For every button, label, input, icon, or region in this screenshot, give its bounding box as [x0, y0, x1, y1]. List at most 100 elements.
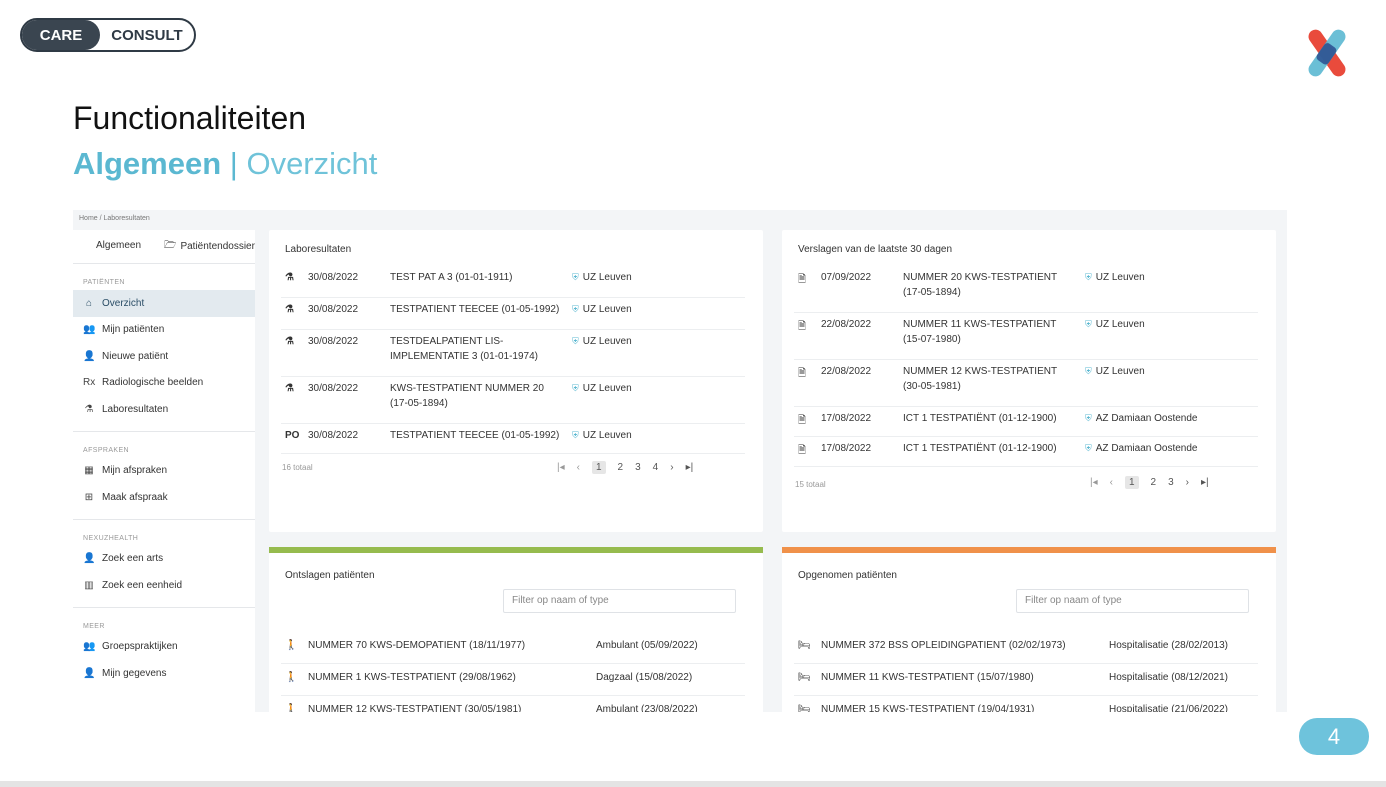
- patient-status: Hospitalisatie (21/06/2022): [1109, 704, 1228, 712]
- report-patient: ICT 1 TESTPATIËNT (01-12-1900): [903, 443, 1057, 454]
- discharged-filter-input[interactable]: Filter op naam of type: [503, 589, 736, 613]
- tab-label: Algemeen: [95, 240, 142, 251]
- report-date: 17/08/2022: [821, 413, 872, 424]
- lab-row[interactable]: ⚗ 30/08/2022 TESTPATIENT TEECEE (01-05-199…: [281, 298, 745, 330]
- report-date: 07/09/2022: [821, 272, 872, 283]
- sidebar-item-mijn-afspraken[interactable]: ▦ Mijn afspraken: [73, 458, 255, 485]
- admitted-panel: Opgenomen patiënten Filter op naam of ty…: [782, 553, 1276, 712]
- sidebar-item-label: Zoek een arts: [102, 553, 164, 565]
- care-consult-logo: CARE CONSULT: [20, 18, 196, 52]
- location-text: AZ Damiaan Oostende: [1095, 443, 1198, 454]
- building-icon: ▥: [84, 579, 94, 591]
- patient-row[interactable]: 🚶 NUMMER 12 KWS-TESTPATIENT (30/05/1981) A…: [281, 696, 745, 712]
- group-icon: 👥: [83, 641, 96, 653]
- sidebar-item-radiologische-beelden[interactable]: Rx Radiologische beelden: [73, 370, 255, 397]
- report-row[interactable]: 🗎 22/08/2022 NUMMER 11 KWS-TESTPATIENT (15…: [794, 313, 1258, 360]
- report-date: 17/08/2022: [821, 443, 872, 454]
- first-page-icon[interactable]: |◂: [557, 462, 565, 473]
- location-text: UZ Leuven: [1095, 272, 1145, 283]
- tab-patientendossier[interactable]: 🗁 Patiëntendossier: [164, 230, 255, 263]
- sidebar-item-maak-afspraak[interactable]: ⊞ Maak afspraak: [73, 484, 255, 511]
- page-number-button[interactable]: 2: [618, 462, 624, 473]
- sidebar-item-zoek-een-eenheid[interactable]: ▥ Zoek een eenheid: [73, 572, 255, 599]
- sidebar-item-zoek-een-arts[interactable]: 👤 Zoek een arts: [73, 546, 255, 573]
- sidebar-item-overzicht[interactable]: ⌂ Overzicht: [73, 290, 255, 317]
- report-location: ⛨ AZ Damiaan Oostende: [1085, 443, 1197, 454]
- tab-label: Patiëntendossier: [180, 241, 255, 252]
- report-row[interactable]: 🗎 17/08/2022 ICT 1 TESTPATIËNT (01-12-1900…: [794, 407, 1258, 437]
- breadcrumb[interactable]: Home / Laboresultaten: [79, 215, 150, 222]
- sidebar-item-nieuwe-pati-nt[interactable]: 👤 Nieuwe patiënt: [73, 343, 255, 370]
- sidebar-section-title: NEXUZHEALTH: [83, 534, 139, 542]
- page-number-button[interactable]: 3: [635, 462, 641, 473]
- lab-row[interactable]: PO 30/08/2022 TESTPATIENT TEECEE (01-05-19…: [281, 424, 745, 454]
- lab-date: 30/08/2022: [308, 304, 359, 315]
- page-number-button[interactable]: 2: [1151, 477, 1157, 488]
- page-number-button[interactable]: 1: [1124, 476, 1139, 489]
- sidebar-item-mijn-pati-nten[interactable]: 👥 Mijn patiënten: [73, 317, 255, 344]
- sidebar-item-groepspraktijken[interactable]: 👥 Groepspraktijken: [73, 634, 255, 661]
- hospital-icon: ⛨: [572, 430, 579, 440]
- first-page-icon[interactable]: |◂: [1090, 477, 1098, 488]
- page-number-button[interactable]: 1: [591, 461, 606, 474]
- report-row[interactable]: 🗎 17/08/2022 ICT 1 TESTPATIËNT (01-12-1900…: [794, 437, 1258, 467]
- page-number-badge: 4: [1299, 718, 1369, 755]
- sidebar-section-title: AFSPRAKEN: [83, 446, 129, 454]
- location-text: UZ Leuven: [582, 430, 632, 441]
- document-icon: 🗎: [798, 274, 807, 285]
- lab-location: ⛨ UZ Leuven: [572, 383, 632, 394]
- sidebar-tabs: Algemeen 🗁 Patiëntendossier: [73, 230, 255, 264]
- bed-icon: 🛏: [798, 672, 811, 683]
- patient-row[interactable]: 🛏 NUMMER 15 KWS-TESTPATIENT (19/04/1931) H…: [794, 696, 1258, 712]
- sidebar-item-laboresultaten[interactable]: ⚗ Laboresultaten: [73, 396, 255, 423]
- report-location: ⛨ UZ Leuven: [1085, 272, 1145, 283]
- logo-consult-text: CONSULT: [111, 26, 183, 44]
- sidebar-item-mijn-gegevens[interactable]: 👤 Mijn gegevens: [73, 660, 255, 687]
- app-screenshot: Home / Laboresultaten Algemeen 🗁 Patiënte…: [73, 210, 1287, 712]
- patient-row[interactable]: 🚶 NUMMER 1 KWS-TESTPATIENT (29/08/1962) Da…: [281, 664, 745, 696]
- reports-panel: Verslagen van de laatste 30 dagen 🗎 07/09…: [782, 230, 1276, 532]
- lab-pagination: |◂ ‹ 1 2 3 4 › ▸|: [557, 461, 693, 474]
- patient-name: NUMMER 12 KWS-TESTPATIENT (30/05/1981): [308, 704, 522, 712]
- last-page-icon[interactable]: ▸|: [1201, 477, 1209, 488]
- report-row[interactable]: 🗎 22/08/2022 NUMMER 12 KWS-TESTPATIENT (30…: [794, 360, 1258, 407]
- subtitle-section: Algemeen: [73, 146, 222, 181]
- page-number-button[interactable]: 4: [653, 462, 659, 473]
- users-icon: 👥: [83, 324, 96, 336]
- flask-icon: ⚗: [285, 336, 294, 347]
- hospital-icon: ⛨: [572, 304, 579, 314]
- lab-results-title: Laboresultaten: [285, 244, 352, 255]
- page-number-button[interactable]: 3: [1168, 477, 1174, 488]
- flask-icon: ⚗: [285, 272, 294, 283]
- tab-algemeen[interactable]: Algemeen: [73, 230, 164, 263]
- prev-page-icon[interactable]: ‹: [577, 462, 580, 473]
- reports-title: Verslagen van de laatste 30 dagen: [798, 244, 953, 255]
- report-row[interactable]: 🗎 07/09/2022 NUMMER 20 KWS-TESTPATIENT (17…: [794, 266, 1258, 313]
- patient-row[interactable]: 🚶 NUMMER 70 KWS-DEMOPATIENT (18/11/1977) A…: [281, 632, 745, 664]
- last-page-icon[interactable]: ▸|: [686, 462, 694, 473]
- patient-row[interactable]: 🛏 NUMMER 11 KWS-TESTPATIENT (15/07/1980) H…: [794, 664, 1258, 696]
- report-patient: ICT 1 TESTPATIËNT (01-12-1900): [903, 413, 1057, 424]
- lab-row[interactable]: ⚗ 30/08/2022 TESTDEALPATIENT LIS-IMPLEMENT…: [281, 330, 745, 377]
- lab-results-panel: Laboresultaten ⚗ 30/08/2022 TEST PAT A 3 (…: [269, 230, 763, 532]
- report-location: ⛨ UZ Leuven: [1085, 319, 1145, 330]
- lab-row[interactable]: ⚗ 30/08/2022 KWS-TESTPATIENT NUMMER 20 (17…: [281, 377, 745, 424]
- report-patient: NUMMER 20 KWS-TESTPATIENT (17-05-1894): [903, 272, 1057, 298]
- sidebar-item-label: Radiologische beelden: [102, 377, 204, 389]
- lab-row[interactable]: ⚗ 30/08/2022 TEST PAT A 3 (01-01-1911) ⛨ UZ …: [281, 266, 745, 298]
- next-page-icon[interactable]: ›: [1186, 477, 1189, 488]
- patient-name: NUMMER 372 BSS OPLEIDINGPATIENT (02/02/1…: [821, 640, 1066, 651]
- discharged-title: Ontslagen patiënten: [285, 570, 375, 581]
- prev-page-icon[interactable]: ‹: [1110, 477, 1113, 488]
- document-icon: 🗎: [798, 445, 807, 456]
- next-page-icon[interactable]: ›: [670, 462, 673, 473]
- brand-cross-icon: [1308, 29, 1346, 77]
- admitted-title: Opgenomen patiënten: [798, 570, 897, 581]
- logo-care-text: CARE: [22, 20, 100, 50]
- admitted-filter-input[interactable]: Filter op naam of type: [1016, 589, 1249, 613]
- walking-icon: 🚶: [285, 704, 298, 712]
- document-icon: 🗎: [798, 415, 807, 426]
- patient-row[interactable]: 🛏 NUMMER 372 BSS OPLEIDINGPATIENT (02/02/…: [794, 632, 1258, 664]
- hospital-icon: ⛨: [572, 272, 579, 282]
- patient-status: Hospitalisatie (28/02/2013): [1109, 640, 1228, 651]
